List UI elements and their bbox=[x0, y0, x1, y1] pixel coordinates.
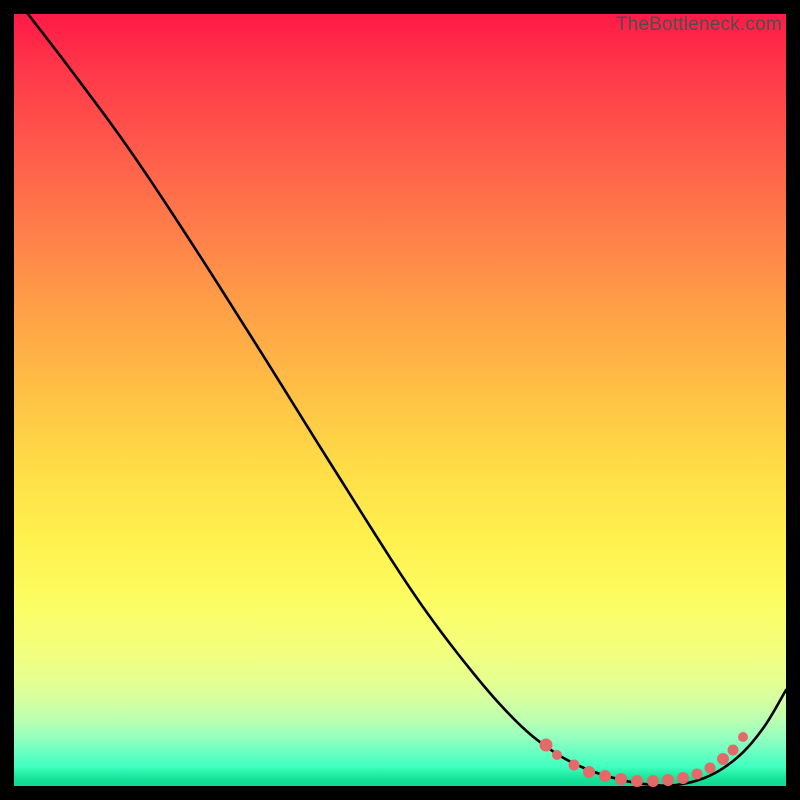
curve-marker bbox=[692, 769, 703, 780]
chart-plot-area: TheBottleneck.com bbox=[14, 14, 786, 786]
chart-svg bbox=[14, 14, 786, 786]
curve-marker bbox=[540, 739, 553, 752]
curve-marker bbox=[599, 770, 611, 782]
curve-marker bbox=[631, 775, 643, 787]
curve-marker bbox=[677, 772, 689, 784]
curve-marker bbox=[728, 745, 739, 756]
curve-marker bbox=[615, 773, 627, 785]
curve-marker bbox=[662, 774, 674, 786]
curve-marker bbox=[583, 766, 595, 778]
curve-marker bbox=[705, 763, 716, 774]
curve-marker bbox=[552, 750, 562, 760]
curve-marker bbox=[738, 732, 748, 742]
curve-markers bbox=[540, 732, 749, 787]
curve-marker bbox=[647, 775, 659, 787]
curve-marker bbox=[717, 753, 729, 765]
bottleneck-curve bbox=[28, 14, 786, 786]
curve-marker bbox=[569, 760, 580, 771]
